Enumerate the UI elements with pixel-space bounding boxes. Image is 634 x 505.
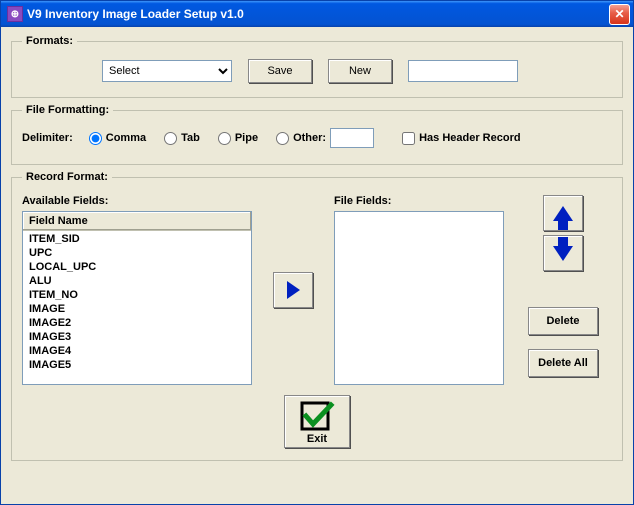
list-item[interactable]: ITEM_NO: [23, 288, 251, 302]
record-format-group: Record Format: Available Fields: Field N…: [11, 171, 623, 461]
exit-button[interactable]: Exit: [284, 395, 350, 448]
list-item[interactable]: UPC: [23, 246, 251, 260]
has-header-label: Has Header Record: [419, 132, 521, 144]
content-area: Formats: Select Save New File Formatting…: [1, 27, 633, 475]
formats-group: Formats: Select Save New: [11, 35, 623, 98]
list-item[interactable]: ALU: [23, 274, 251, 288]
app-icon: ⊕: [7, 6, 23, 22]
delimiter-tab-radio[interactable]: [164, 132, 177, 145]
delimiter-other-label: Other:: [293, 132, 326, 144]
delimiter-pipe-radio[interactable]: [218, 132, 231, 145]
list-item[interactable]: LOCAL_UPC: [23, 260, 251, 274]
delimiter-other-radio[interactable]: [276, 132, 289, 145]
list-item[interactable]: IMAGE3: [23, 330, 251, 344]
file-formatting-group: File Formatting: Delimiter: Comma Tab Pi…: [11, 104, 623, 165]
field-name-header[interactable]: Field Name: [23, 212, 251, 231]
file-formatting-legend: File Formatting:: [22, 104, 113, 116]
record-format-legend: Record Format:: [22, 171, 112, 183]
delimiter-label: Delimiter:: [22, 132, 73, 144]
window: ⊕ V9 Inventory Image Loader Setup v1.0 ✕…: [0, 0, 634, 505]
file-fields-label: File Fields:: [334, 195, 504, 207]
move-up-button[interactable]: [543, 195, 583, 231]
add-field-button[interactable]: [273, 272, 313, 308]
format-name-input[interactable]: [408, 60, 518, 82]
delimiter-radio-group: Comma Tab Pipe Other:: [89, 128, 374, 148]
delimiter-other-input[interactable]: [330, 128, 374, 148]
delimiter-comma-radio[interactable]: [89, 132, 102, 145]
checkmark-icon: [299, 400, 335, 432]
window-title: V9 Inventory Image Loader Setup v1.0: [27, 7, 609, 21]
has-header-checkbox[interactable]: [402, 132, 415, 145]
file-fields-listbox[interactable]: [334, 211, 504, 385]
delimiter-tab-label: Tab: [181, 132, 200, 144]
exit-label: Exit: [307, 433, 327, 445]
save-button[interactable]: Save: [248, 59, 312, 83]
list-item[interactable]: IMAGE4: [23, 344, 251, 358]
formats-select[interactable]: Select: [102, 60, 232, 82]
delete-all-button[interactable]: Delete All: [528, 349, 598, 377]
list-item[interactable]: IMAGE2: [23, 316, 251, 330]
available-fields-listbox[interactable]: Field Name ITEM_SIDUPCLOCAL_UPCALUITEM_N…: [22, 211, 252, 385]
move-down-button[interactable]: [543, 235, 583, 271]
list-item[interactable]: IMAGE5: [23, 358, 251, 372]
delimiter-comma-label: Comma: [106, 132, 146, 144]
delete-button[interactable]: Delete: [528, 307, 598, 335]
close-icon[interactable]: ✕: [609, 4, 630, 25]
available-fields-label: Available Fields:: [22, 195, 252, 207]
titlebar: ⊕ V9 Inventory Image Loader Setup v1.0 ✕: [1, 1, 633, 27]
list-item[interactable]: ITEM_SID: [23, 232, 251, 246]
arrow-down-icon: [553, 246, 573, 261]
formats-legend: Formats:: [22, 35, 77, 47]
arrow-up-icon: [553, 206, 573, 221]
list-item[interactable]: IMAGE: [23, 302, 251, 316]
delimiter-pipe-label: Pipe: [235, 132, 258, 144]
new-button[interactable]: New: [328, 59, 392, 83]
arrow-right-icon: [287, 281, 300, 299]
